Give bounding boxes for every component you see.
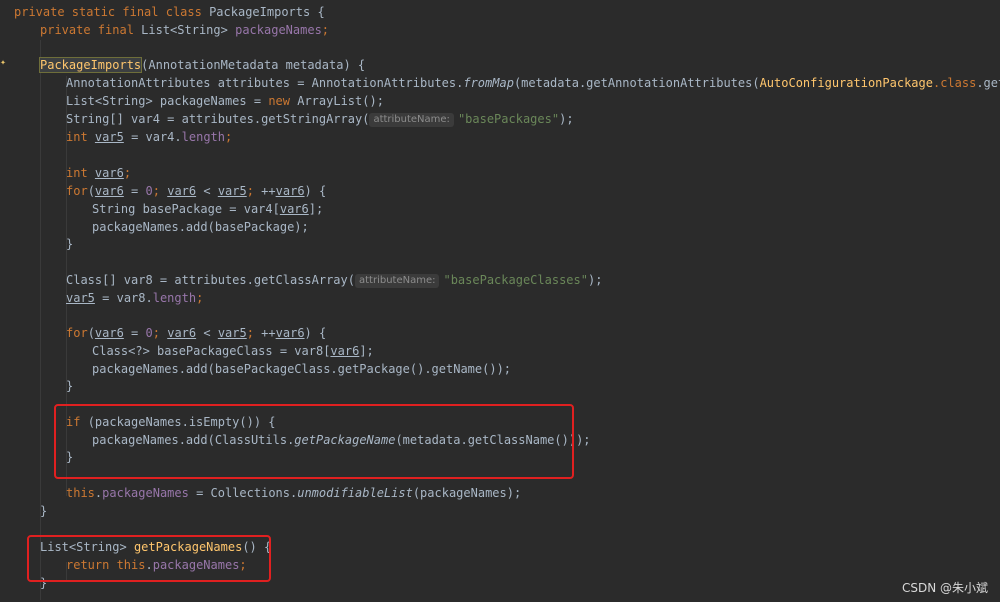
code-line: Class<?> basePackageClass = var8[var6]; [92,344,374,358]
code-line: int var5 = var4.length; [66,130,233,144]
code-line: this.packageNames = Collections.unmodifi… [66,486,522,500]
code-line: AnnotationAttributes attributes = Annota… [66,76,1000,90]
code-line: private static final class PackageImport… [14,5,325,19]
code-line: } [66,379,74,393]
code-line: PackageImports(AnnotationMetadata metada… [38,57,366,73]
code-line: List<String> packageNames = new ArrayLis… [66,94,384,108]
code-line: private final List<String> packageNames; [40,23,330,37]
parameter-hint: attributeName: [354,274,440,288]
watermark: CSDN @朱小斌 [901,581,988,595]
code-line: for(var6 = 0; var6 < var5; ++var6) { [66,326,327,340]
highlight-box-getter [27,535,271,582]
gutter-bulb-icon[interactable]: ✦ [0,58,10,68]
code-line: String basePackage = var4[var6]; [92,202,324,216]
code-line: } [66,237,74,251]
code-line: String[] var4 = attributes.getStringArra… [66,112,574,127]
code-line: for(var6 = 0; var6 < var5; ++var6) { [66,184,327,198]
highlight-box-if-block [54,404,574,479]
code-line: } [40,504,48,518]
code-line: var5 = var8.length; [66,291,204,305]
code-line: int var6; [66,166,132,180]
code-line: packageNames.add(basePackageClass.getPac… [92,362,512,376]
code-line: packageNames.add(basePackage); [92,220,309,234]
parameter-hint: attributeName: [369,113,454,127]
code-line: Class[] var8 = attributes.getClassArray(… [66,273,603,288]
code-editor[interactable]: ✦ private static final class PackageImpo… [0,0,1000,602]
